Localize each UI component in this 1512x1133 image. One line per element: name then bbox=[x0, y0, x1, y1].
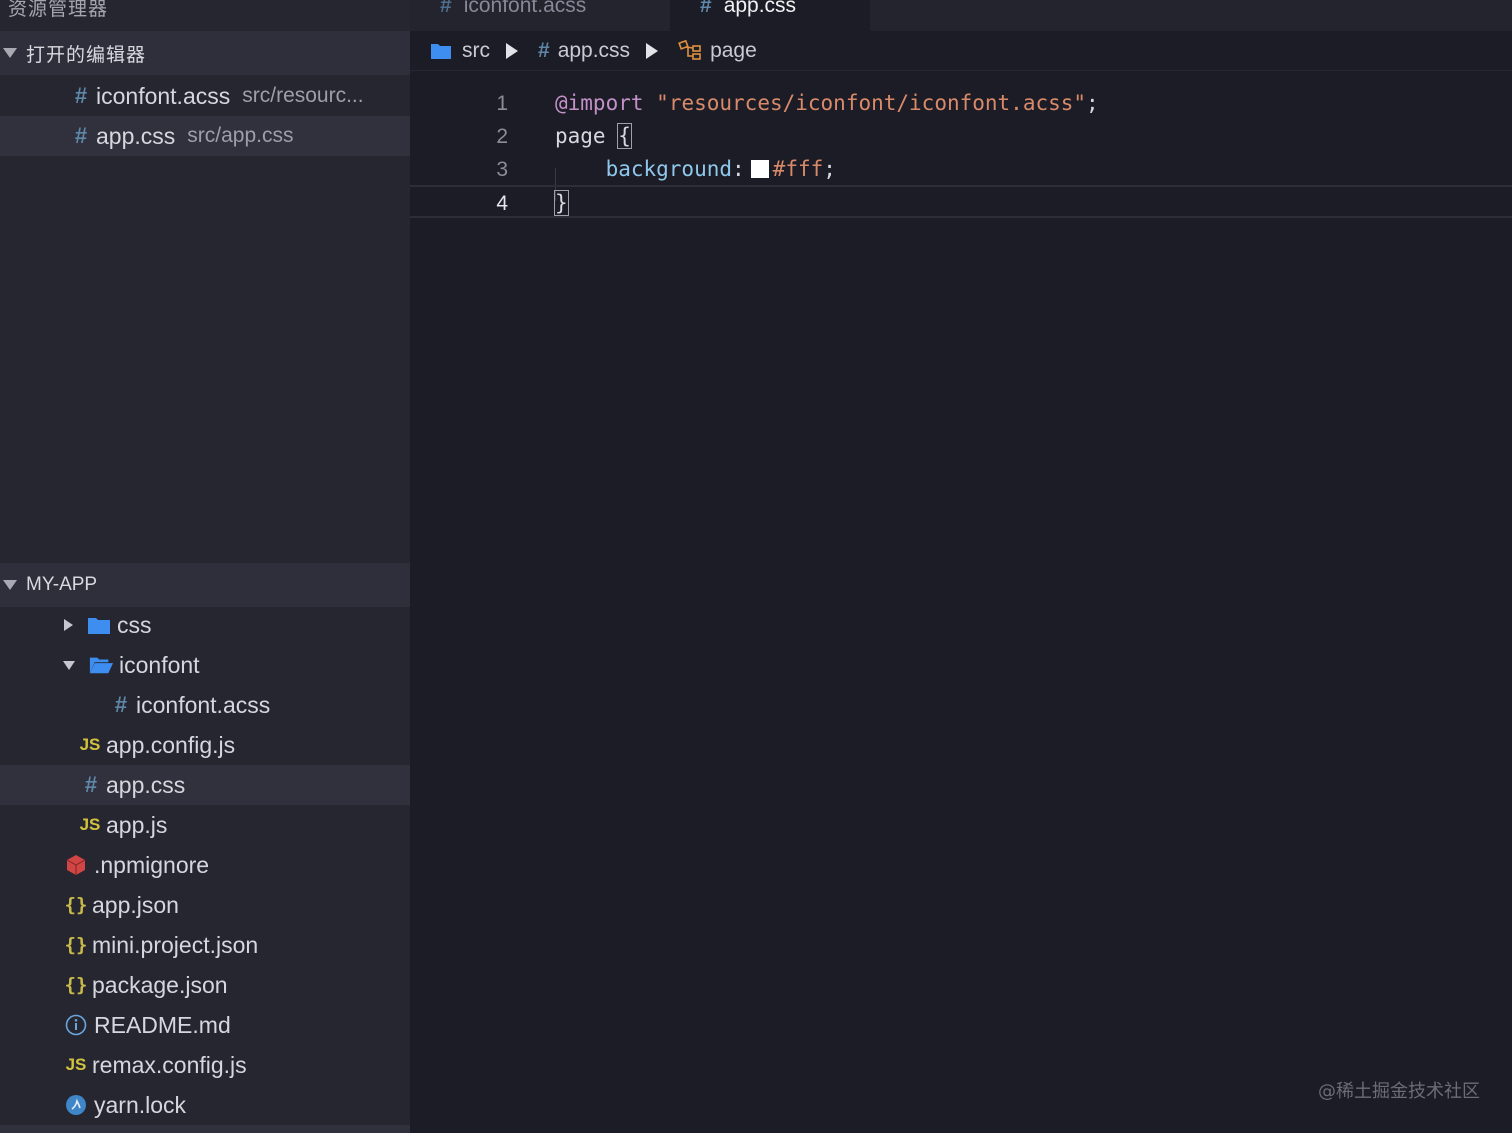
tree-item-iconfont-acss[interactable]: # iconfont.acss bbox=[0, 685, 410, 725]
js-file-icon: JS bbox=[65, 1055, 87, 1074]
watermark: @稀土掘金技术社区 bbox=[1318, 1081, 1480, 1102]
hash-icon: # bbox=[538, 38, 550, 62]
open-editor-item-iconfont[interactable]: # iconfont.acss src/resourc... bbox=[0, 76, 410, 116]
line-number: 3 bbox=[496, 158, 508, 181]
open-brace: { bbox=[617, 123, 632, 149]
code-text: background: #fff; bbox=[555, 153, 836, 186]
tree-item-mini-project-json[interactable]: {} mini.project.json bbox=[0, 925, 410, 965]
breadcrumb: src # app.css page bbox=[410, 31, 1512, 71]
open-editor-item-app-css[interactable]: # app.css src/app.css bbox=[0, 116, 410, 156]
tree-item-label: app.css bbox=[106, 771, 186, 798]
colon: : bbox=[732, 157, 745, 181]
chevron-down-icon bbox=[3, 580, 17, 590]
tree-item-app-config-js[interactable]: JS app.config.js bbox=[0, 725, 410, 765]
open-editor-name: app.css bbox=[96, 122, 176, 149]
tab-label: iconfont.acss bbox=[463, 0, 587, 17]
css-property: background bbox=[605, 157, 733, 181]
open-editors-label: 打开的编辑器 bbox=[26, 43, 147, 66]
chevron-right-icon bbox=[64, 619, 73, 631]
explorer-title: 资源管理器 bbox=[8, 0, 109, 20]
chevron-right-icon bbox=[646, 42, 659, 59]
code-line[interactable]: 1 @import "resources/iconfont/iconfont.a… bbox=[410, 87, 1512, 120]
tree-item-label: css bbox=[117, 611, 152, 638]
tree-item-readme[interactable]: README.md bbox=[0, 1005, 410, 1045]
json-icon: {} bbox=[64, 894, 88, 916]
tab-app-css[interactable]: # app.css bbox=[670, 0, 870, 31]
open-editor-path: src/app.css bbox=[187, 124, 294, 147]
code-text: } bbox=[554, 187, 569, 220]
semicolon: ; bbox=[823, 157, 836, 181]
color-swatch[interactable] bbox=[750, 160, 769, 178]
tree-item-label: package.json bbox=[92, 971, 228, 998]
open-editor-name: iconfont.acss bbox=[96, 82, 231, 109]
tree-item-remax-config-js[interactable]: JS remax.config.js bbox=[0, 1045, 410, 1085]
yarn-icon bbox=[64, 1094, 88, 1116]
tree-item-yarn-lock[interactable]: yarn.lock bbox=[0, 1085, 410, 1125]
folder-icon bbox=[430, 42, 452, 60]
tree-item-label: iconfont bbox=[119, 651, 200, 678]
js-file-icon: JS bbox=[79, 735, 101, 754]
line-number: 4 bbox=[496, 192, 508, 215]
chevron-down-icon bbox=[3, 48, 17, 58]
code-text: page { bbox=[555, 120, 632, 153]
tree-item-label: .npmignore bbox=[94, 851, 210, 878]
json-icon: {} bbox=[64, 974, 88, 996]
open-editor-path: src/resourc... bbox=[242, 84, 364, 107]
code-line-current[interactable]: 4 } bbox=[410, 185, 1512, 218]
symbol-class-icon bbox=[678, 39, 704, 62]
breadcrumb-folder[interactable]: src bbox=[462, 39, 490, 63]
import-path: "resources/iconfont/iconfont.acss" bbox=[656, 91, 1087, 115]
folder-open-icon bbox=[89, 654, 113, 676]
code-text: @import "resources/iconfont/iconfont.acs… bbox=[555, 87, 1099, 120]
editor-tab-bar: # iconfont.acss # app.css bbox=[410, 0, 1512, 31]
line-number: 1 bbox=[496, 92, 508, 115]
horizontal-scrollbar[interactable] bbox=[0, 1125, 410, 1133]
breadcrumb-symbol[interactable]: page bbox=[710, 39, 757, 63]
tree-item-label: app.config.js bbox=[106, 731, 236, 758]
hash-icon: # bbox=[84, 772, 98, 797]
tree-item-app-js[interactable]: JS app.js bbox=[0, 805, 410, 845]
code-line[interactable]: 2 page { bbox=[410, 120, 1512, 153]
tree-item-npmignore[interactable]: .npmignore bbox=[0, 845, 410, 885]
tree-item-label: app.json bbox=[92, 891, 179, 918]
project-name: MY-APP bbox=[26, 574, 98, 595]
tree-item-css-folder[interactable]: css bbox=[0, 605, 410, 645]
tree-item-label: README.md bbox=[94, 1011, 231, 1038]
import-keyword: @import bbox=[555, 91, 644, 115]
code-line[interactable]: 3 background: #fff; bbox=[410, 153, 1512, 186]
code-editor[interactable]: 1 @import "resources/iconfont/iconfont.a… bbox=[410, 72, 1512, 1133]
tree-item-iconfont-folder[interactable]: iconfont bbox=[0, 645, 410, 685]
folder-icon bbox=[87, 614, 111, 636]
css-value: #fff bbox=[772, 157, 824, 181]
hash-icon: # bbox=[114, 692, 128, 717]
project-header[interactable]: MY-APP bbox=[0, 563, 410, 607]
json-icon: {} bbox=[64, 934, 88, 956]
css-selector: page bbox=[555, 124, 606, 148]
close-brace: } bbox=[554, 190, 569, 216]
chevron-down-icon bbox=[63, 660, 75, 670]
hash-icon: # bbox=[74, 123, 88, 148]
tree-item-package-json[interactable]: {} package.json bbox=[0, 965, 410, 1005]
hash-icon: # bbox=[74, 83, 88, 108]
tab-iconfont-acss[interactable]: # iconfont.acss bbox=[440, 0, 670, 31]
breadcrumb-file[interactable]: app.css bbox=[558, 39, 630, 63]
open-editors-header[interactable]: 打开的编辑器 bbox=[0, 31, 410, 75]
tree-item-app-css[interactable]: # app.css bbox=[0, 765, 410, 805]
semicolon: ; bbox=[1086, 91, 1099, 115]
explorer-sidebar: 资源管理器 打开的编辑器 # iconfont.acss src/resourc… bbox=[0, 0, 410, 1133]
npm-icon bbox=[64, 854, 88, 876]
tree-item-label: yarn.lock bbox=[94, 1091, 187, 1118]
tab-label: app.css bbox=[723, 0, 797, 17]
tree-item-label: remax.config.js bbox=[92, 1051, 247, 1078]
chevron-right-icon bbox=[506, 42, 518, 59]
tree-item-app-json[interactable]: {} app.json bbox=[0, 885, 410, 925]
tree-item-label: iconfont.acss bbox=[136, 691, 271, 718]
hash-icon: # bbox=[700, 0, 712, 17]
tree-item-label: mini.project.json bbox=[92, 931, 259, 958]
tree-item-label: app.js bbox=[106, 811, 168, 838]
js-file-icon: JS bbox=[79, 815, 101, 834]
line-number: 2 bbox=[496, 125, 508, 148]
hash-icon: # bbox=[440, 0, 452, 17]
info-icon bbox=[64, 1014, 88, 1036]
